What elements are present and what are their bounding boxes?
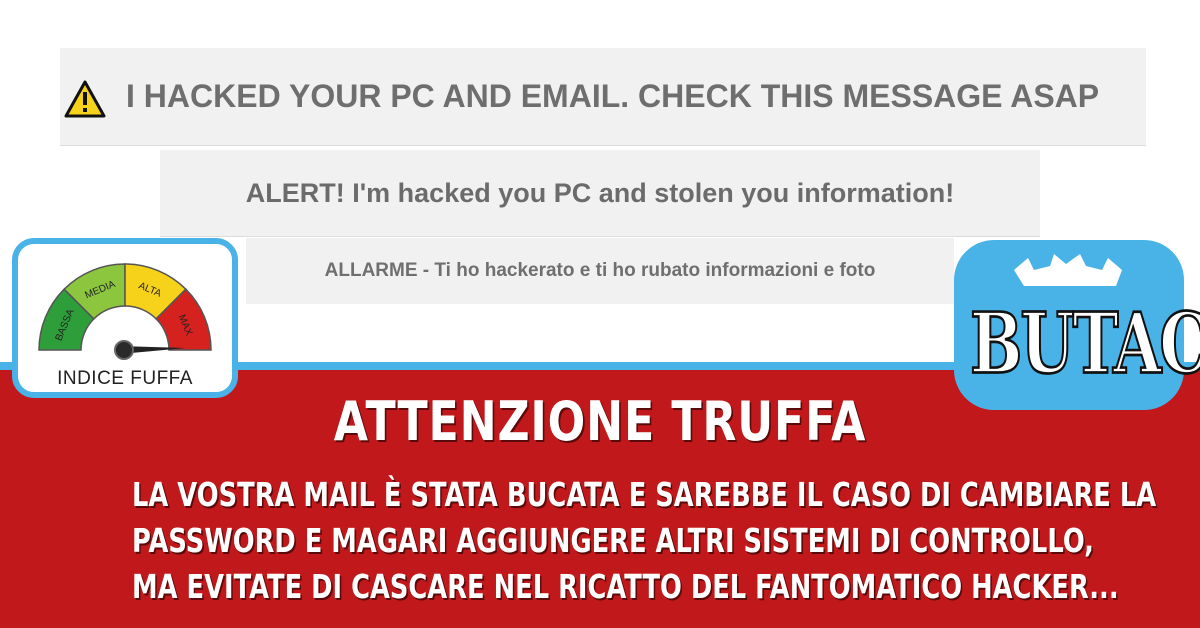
gauge-dial-icon: BASSAMEDIA ALTAMAX [38, 263, 212, 360]
gauge-hub [114, 340, 134, 360]
gauge-label: INDICE FUFFA [57, 368, 193, 389]
email-alert-strip: ALERT! I'm hacked you PC and stolen you … [160, 150, 1040, 237]
italian-translation-text: ALLARME - Ti ho hackerato e ti ho rubato… [324, 260, 876, 281]
italian-translation-strip: ALLARME - Ti ho hackerato e ti ho rubato… [246, 238, 954, 304]
butac-logo: BUTAC [954, 240, 1200, 410]
butac-logo-text: BUTAC [969, 293, 1200, 394]
email-subject-strip: I HACKED YOUR PC AND EMAIL. CHECK THIS M… [60, 48, 1146, 146]
banner-title: ATTENZIONE TRUFFA [333, 390, 867, 453]
email-subject-text: I HACKED YOUR PC AND EMAIL. CHECK THIS M… [126, 78, 1100, 114]
warning-triangle-icon [64, 80, 106, 118]
banner-line-3: MA EVITATE DI CASCARE NEL RICATTO DEL FA… [132, 567, 1119, 606]
banner-line-2: PASSWORD E MAGARI AGGIUNGERE ALTRI SISTE… [132, 521, 1094, 560]
fuffa-gauge-badge: BASSA MEDIA ALTA MAX INDICE FUFFA [12, 238, 238, 398]
banner-line-1: LA VOSTRA MAIL È STATA BUCATA E SAREBBE … [132, 475, 1157, 514]
email-alert-text: ALERT! I'm hacked you PC and stolen you … [245, 177, 955, 208]
